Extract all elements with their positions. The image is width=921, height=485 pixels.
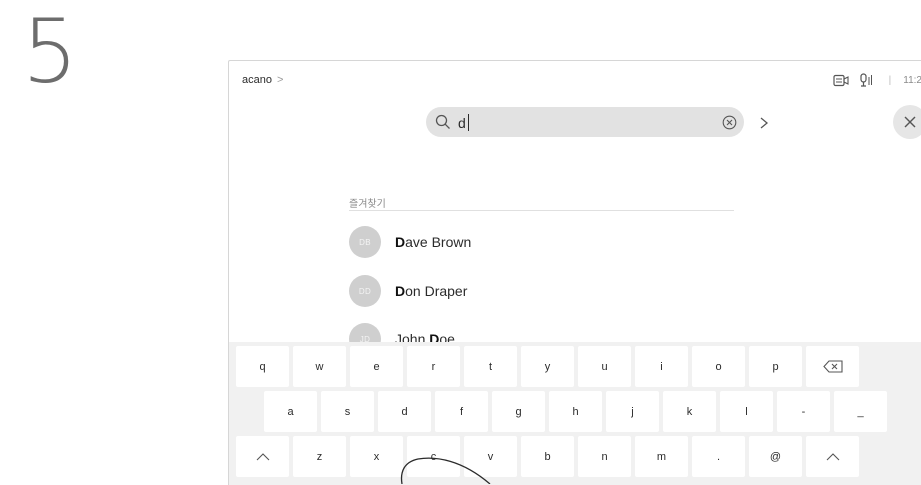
search-input[interactable]: [456, 111, 710, 135]
key-at[interactable]: @: [749, 436, 802, 477]
key-s[interactable]: s: [321, 391, 374, 432]
camera-self-view-icon[interactable]: [833, 74, 849, 87]
key-i[interactable]: i: [635, 346, 688, 387]
key-y[interactable]: y: [521, 346, 574, 387]
shift-key-left[interactable]: [236, 436, 289, 477]
clear-search-icon[interactable]: [722, 115, 737, 130]
favorites-heading: 즐겨찾기: [349, 199, 386, 210]
search-icon: [435, 114, 450, 129]
name-rest: on Draper: [405, 283, 468, 299]
key-r[interactable]: r: [407, 346, 460, 387]
contact-item[interactable]: DD Don Draper: [349, 275, 467, 307]
backspace-key[interactable]: [806, 346, 859, 387]
key-dash[interactable]: -: [777, 391, 830, 432]
key-w[interactable]: w: [293, 346, 346, 387]
key-e[interactable]: e: [350, 346, 403, 387]
shift-key-right[interactable]: [806, 436, 859, 477]
key-h[interactable]: h: [549, 391, 602, 432]
contact-name: Dave Brown: [395, 234, 471, 250]
status-area: | 11:2: [833, 73, 921, 87]
device-screen: acano > | 11:2 d 즐겨찾기 DB Dave Brown DD D…: [228, 60, 921, 485]
key-m[interactable]: m: [635, 436, 688, 477]
on-screen-keyboard: q w e r t y u i o p a s d f g h j k l - _z x c v b n m. @: [229, 342, 921, 485]
key-b[interactable]: b: [521, 436, 574, 477]
text-caret: [468, 114, 469, 131]
key-j[interactable]: j: [606, 391, 659, 432]
key-a[interactable]: a: [264, 391, 317, 432]
top-bar: acano > | 11:2: [229, 61, 921, 101]
shift-icon: [256, 453, 269, 461]
key-z[interactable]: z: [293, 436, 346, 477]
search-box[interactable]: [426, 107, 744, 137]
key-u[interactable]: u: [578, 346, 631, 387]
microphone-icon[interactable]: [859, 73, 875, 87]
name-highlight: D: [395, 283, 406, 299]
clock: 11:2: [903, 74, 921, 86]
key-c[interactable]: c: [407, 436, 460, 477]
key-t[interactable]: t: [464, 346, 517, 387]
section-divider: [349, 210, 734, 211]
contact-item[interactable]: DB Dave Brown: [349, 226, 471, 258]
key-x[interactable]: x: [350, 436, 403, 477]
breadcrumb[interactable]: acano >: [242, 74, 283, 86]
key-v[interactable]: v: [464, 436, 517, 477]
contact-name: Don Draper: [395, 283, 467, 299]
name-rest: ave Brown: [405, 234, 472, 250]
key-g[interactable]: g: [492, 391, 545, 432]
status-separator: |: [888, 74, 892, 86]
key-d[interactable]: d: [378, 391, 431, 432]
key-period[interactable]: .: [692, 436, 745, 477]
key-n[interactable]: n: [578, 436, 631, 477]
avatar: DB: [349, 226, 381, 258]
close-button[interactable]: [893, 105, 921, 139]
key-l[interactable]: l: [720, 391, 773, 432]
step-number: 5: [22, 0, 78, 103]
key-underscore[interactable]: _: [834, 391, 887, 432]
key-k[interactable]: k: [663, 391, 716, 432]
shift-icon: [826, 453, 839, 461]
backspace-icon: [822, 360, 843, 373]
breadcrumb-label: acano: [242, 74, 272, 86]
name-highlight: D: [395, 234, 406, 250]
breadcrumb-chevron: >: [277, 74, 284, 86]
key-p[interactable]: p: [749, 346, 802, 387]
close-icon: [904, 116, 916, 128]
key-o[interactable]: o: [692, 346, 745, 387]
key-f[interactable]: f: [435, 391, 488, 432]
avatar: DD: [349, 275, 381, 307]
key-q[interactable]: q: [236, 346, 289, 387]
chevron-right-icon[interactable]: [759, 116, 769, 130]
